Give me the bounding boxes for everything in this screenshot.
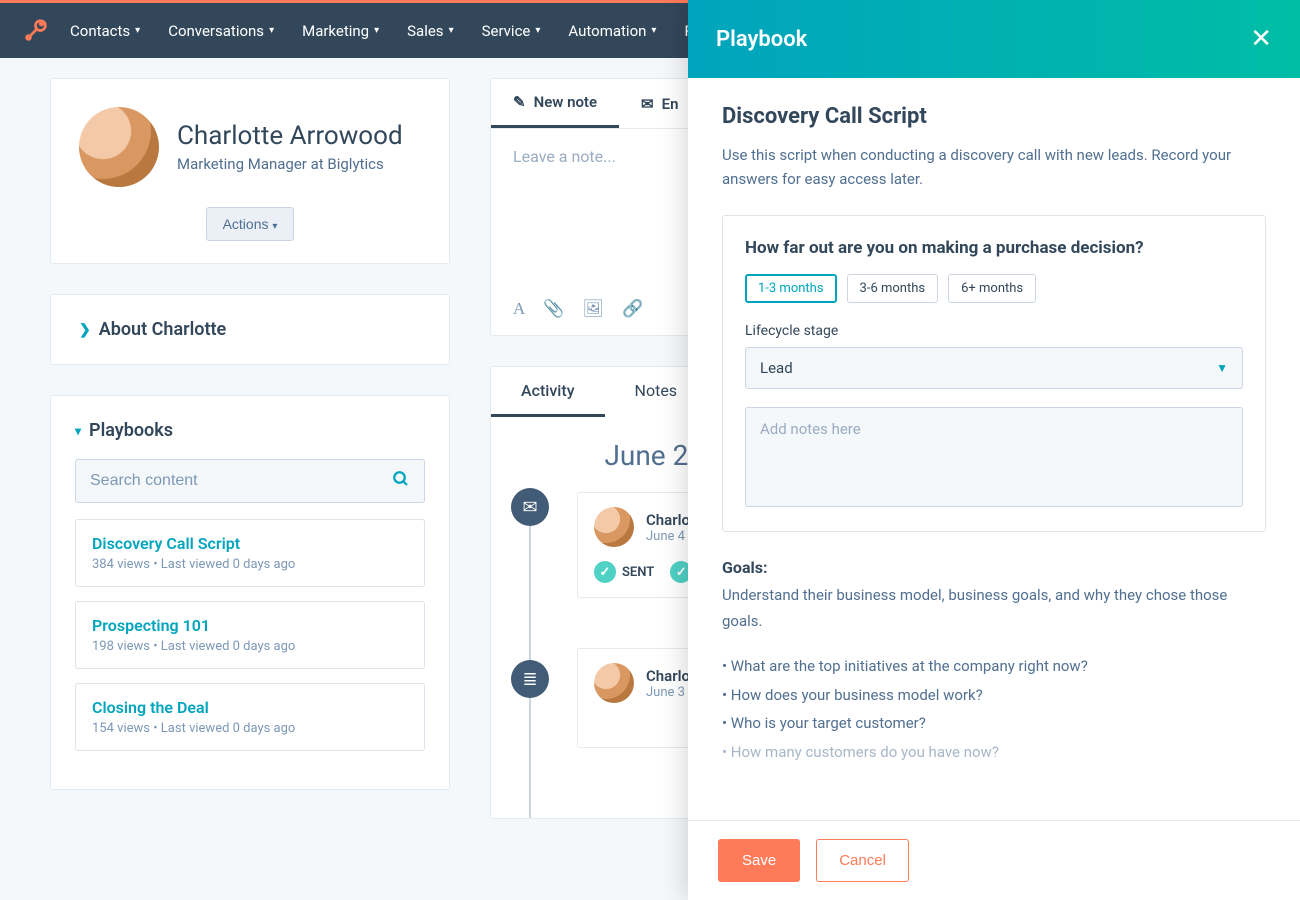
avatar [594,663,634,703]
playbook-side-panel: Playbook ✕ Discovery Call Script Use thi… [688,0,1300,900]
avatar [79,107,159,187]
playbook-item[interactable]: Prospecting 101 198 views • Last viewed … [75,601,425,669]
contact-subtitle: Marketing Manager at Biglytics [177,155,403,173]
panel-title: Playbook [716,27,807,52]
question-card: How far out are you on making a purchase… [722,215,1266,532]
nav-marketing[interactable]: Marketing▾ [302,22,379,40]
text-style-icon[interactable]: A [513,299,525,319]
nav-contacts[interactable]: Contacts▾ [70,22,140,40]
search-input[interactable] [90,472,392,490]
contact-name: Charlotte Arrowood [177,121,403,151]
script-description: Use this script when conducting a discov… [722,143,1266,191]
about-card[interactable]: ❯ About Charlotte [50,294,450,365]
email-icon: ✉ [641,95,654,113]
link-icon[interactable]: 🔗 [622,299,643,319]
chevron-down-icon: ▼ [1216,361,1228,375]
chevron-right-icon: ❯ [79,322,91,338]
tab-new-note[interactable]: ✎ New note [491,79,619,128]
chevron-down-icon: ▾ [374,25,379,36]
chevron-down-icon: ▾ [135,25,140,36]
playbook-item-title: Prospecting 101 [92,616,408,635]
contact-header-card: Charlotte Arrowood Marketing Manager at … [50,78,450,264]
select-value: Lead [760,359,793,377]
tab-activity[interactable]: Activity [491,367,605,417]
goals-text: Understand their business model, busines… [722,583,1266,634]
status-badge-sent: ✓SENT [594,561,654,583]
chevron-down-icon: ▾ [269,25,274,36]
cancel-button[interactable]: Cancel [816,839,909,882]
chip-option[interactable]: 6+ months [948,274,1036,303]
bullet-item: • What are the top initiatives at the co… [722,652,1266,681]
playbooks-search[interactable] [75,459,425,503]
email-icon: ✉ [511,488,549,526]
chevron-down-icon[interactable]: ▾ [75,424,81,438]
attachment-icon[interactable]: 📎 [543,299,564,319]
about-title: About Charlotte [99,319,227,340]
playbook-item-meta: 384 views • Last viewed 0 days ago [92,557,408,572]
image-icon[interactable]: 🖼 [582,299,604,319]
chevron-down-icon: ▾ [449,25,454,36]
avatar [594,507,634,547]
playbook-item-title: Discovery Call Script [92,534,408,553]
script-title: Discovery Call Script [722,104,1266,129]
close-icon[interactable]: ✕ [1250,24,1272,54]
playbook-item-meta: 154 views • Last viewed 0 days ago [92,721,408,736]
pencil-icon: ✎ [513,93,526,111]
playbooks-title: Playbooks [89,420,173,441]
notes-textarea[interactable]: Add notes here [745,407,1243,507]
chevron-down-icon: ▾ [535,25,540,36]
playbook-item[interactable]: Discovery Call Script 384 views • Last v… [75,519,425,587]
lifecycle-stage-select[interactable]: Lead ▼ [745,347,1243,389]
save-button[interactable]: Save [718,839,800,882]
nav-conversations[interactable]: Conversations▾ [168,22,274,40]
playbook-item-title: Closing the Deal [92,698,408,717]
nav-service[interactable]: Service▾ [482,22,541,40]
chevron-down-icon: ▾ [272,221,277,232]
search-icon[interactable] [392,470,410,493]
lifecycle-stage-label: Lifecycle stage [745,323,1243,339]
playbook-item-meta: 198 views • Last viewed 0 days ago [92,639,408,654]
hubspot-logo-icon [20,16,50,46]
question-text: How far out are you on making a purchase… [745,238,1243,258]
playbook-item[interactable]: Closing the Deal 154 views • Last viewed… [75,683,425,751]
chip-option[interactable]: 1-3 months [745,274,837,303]
chip-option[interactable]: 3-6 months [847,274,939,303]
nav-sales[interactable]: Sales▾ [407,22,453,40]
chevron-down-icon: ▾ [651,25,656,36]
check-icon: ✓ [594,561,616,583]
nav-automation[interactable]: Automation▾ [568,22,656,40]
bullet-item: • Who is your target customer? [722,709,1266,738]
question-bullets: • What are the top initiatives at the co… [722,652,1266,766]
goals-label: Goals: [722,558,1266,577]
bullet-item: • How many customers do you have now? [722,738,1266,767]
bullet-item: • How does your business model work? [722,681,1266,710]
note-icon: ≣ [511,660,549,698]
actions-button[interactable]: Actions ▾ [206,207,295,241]
playbooks-card: ▾ Playbooks Discovery Call Script 384 vi… [50,395,450,790]
